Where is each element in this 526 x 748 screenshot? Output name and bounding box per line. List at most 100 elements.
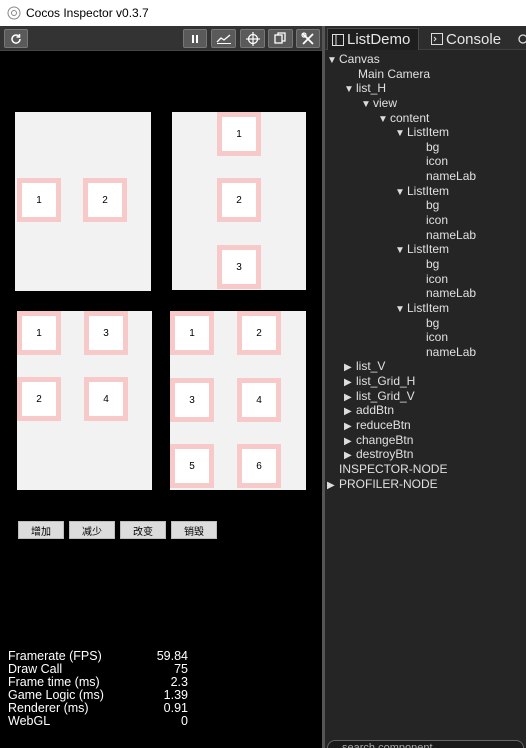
- target-icon: [245, 31, 260, 46]
- list-item[interactable]: 5: [170, 444, 214, 488]
- tree-node[interactable]: bg: [325, 140, 526, 155]
- destroy-button[interactable]: 销毁: [171, 521, 217, 539]
- tree-node-label: bg: [426, 198, 440, 213]
- copy-button[interactable]: [268, 29, 293, 48]
- select-node-button[interactable]: [240, 29, 265, 48]
- profiler-stats: Framerate (FPS) 59.84 Draw Call 75 Frame t…: [8, 650, 188, 728]
- tab-console[interactable]: Console: [431, 28, 511, 50]
- tree-node-label: icon: [426, 271, 449, 286]
- tree-node-label: reduceBtn: [356, 418, 411, 433]
- tree-node-label: ListItem: [407, 125, 450, 140]
- tree-node[interactable]: ▶ list_Grid_H: [325, 374, 526, 389]
- tree-node-label: icon: [426, 154, 449, 169]
- tree-icon: [332, 33, 344, 46]
- tools-icon: [301, 31, 314, 45]
- tree-node[interactable]: icon: [325, 272, 526, 287]
- tree-node[interactable]: ▶ list_V: [325, 359, 526, 374]
- tree-node[interactable]: ▼ Canvas: [325, 52, 526, 67]
- tab-bar: ListDemo Console: [325, 26, 526, 50]
- node-tree: ▼ Canvas Main Camera ▼ list_H ▼ view ▼ content ▼ L…: [325, 52, 526, 491]
- tree-node-label: nameLab: [426, 169, 477, 184]
- reduce-button[interactable]: 减少: [69, 521, 115, 539]
- tree-node[interactable]: nameLab: [325, 345, 526, 360]
- list-item[interactable]: 1: [17, 311, 61, 355]
- list-item[interactable]: 1: [17, 178, 61, 222]
- list-item[interactable]: 4: [237, 378, 281, 422]
- list-item[interactable]: 2: [17, 377, 61, 421]
- tree-node-label: INSPECTOR-NODE: [339, 461, 448, 476]
- copy-icon: [274, 32, 286, 44]
- tree-node-label: ListItem: [407, 300, 450, 315]
- title-bar: Cocos Inspector v0.3.7: [0, 0, 526, 26]
- tree-node-label: list_Grid_V: [356, 388, 415, 403]
- list-grid-v-panel[interactable]: 1 2 3 4 5 6: [170, 311, 306, 490]
- list-h-panel[interactable]: 1 2: [15, 112, 151, 291]
- list-item[interactable]: 6: [237, 444, 281, 488]
- refresh-icon: [11, 33, 21, 44]
- tree-node[interactable]: ▼ ListItem: [325, 242, 526, 257]
- tree-node-label: changeBtn: [356, 432, 414, 447]
- tree-node[interactable]: icon: [325, 330, 526, 345]
- tree-node[interactable]: Main Camera: [325, 67, 526, 82]
- tree-node[interactable]: ▶ addBtn: [325, 403, 526, 418]
- list-item[interactable]: 4: [84, 377, 128, 421]
- stat-row: WebGL 0: [8, 714, 188, 728]
- tree-node-label: content: [390, 110, 430, 125]
- profiler-button[interactable]: [211, 29, 236, 48]
- change-button[interactable]: 改变: [120, 521, 166, 539]
- tree-node[interactable]: INSPECTOR-NODE: [325, 462, 526, 477]
- tree-node[interactable]: bg: [325, 257, 526, 272]
- tree-node-label: addBtn: [356, 403, 395, 418]
- list-item[interactable]: 1: [170, 311, 214, 355]
- tree-node-label: nameLab: [426, 344, 477, 359]
- list-item[interactable]: 3: [170, 378, 214, 422]
- settings-icon: [518, 34, 526, 44]
- tree-node[interactable]: ▶ destroyBtn: [325, 447, 526, 462]
- preview-toolbar: [0, 26, 322, 51]
- search-input[interactable]: search component: [327, 740, 524, 748]
- tree-node-label: Main Camera: [358, 66, 431, 81]
- tree-node[interactable]: icon: [325, 154, 526, 169]
- settings-button[interactable]: [296, 29, 320, 48]
- list-item[interactable]: 3: [84, 311, 128, 355]
- tree-node[interactable]: nameLab: [325, 169, 526, 184]
- tree-node[interactable]: bg: [325, 316, 526, 331]
- game-preview: 1 2 1 2 3 1 3 2 4 1 2 3 4 5 6 增加 减少 改变 销…: [0, 26, 322, 748]
- list-grid-h-panel[interactable]: 1 3 2 4: [17, 311, 152, 490]
- tree-node[interactable]: nameLab: [325, 286, 526, 301]
- tree-node[interactable]: ▼ view: [325, 96, 526, 111]
- tree-node[interactable]: ▼ ListItem: [325, 184, 526, 199]
- tree-node[interactable]: ▼ list_H: [325, 81, 526, 96]
- tree-node-label: bg: [426, 315, 440, 330]
- tree-node[interactable]: icon: [325, 213, 526, 228]
- list-item[interactable]: 3: [217, 245, 261, 289]
- pause-icon: [192, 34, 198, 43]
- tree-node-label: list_V: [356, 359, 386, 374]
- tab-listdemo[interactable]: ListDemo: [327, 28, 419, 50]
- tree-node[interactable]: nameLab: [325, 228, 526, 243]
- tree-node[interactable]: ▶ list_Grid_V: [325, 389, 526, 404]
- tree-node[interactable]: ▶ reduceBtn: [325, 418, 526, 433]
- list-v-panel[interactable]: 1 2 3: [172, 112, 306, 290]
- tree-node[interactable]: ▼ content: [325, 111, 526, 126]
- list-item[interactable]: 2: [237, 311, 281, 355]
- tree-node-label: list_Grid_H: [356, 374, 416, 389]
- tree-node-label: list_H: [356, 81, 387, 96]
- tree-node-label: nameLab: [426, 227, 477, 242]
- tree-node[interactable]: ▶ changeBtn: [325, 433, 526, 448]
- list-item[interactable]: 1: [217, 112, 261, 156]
- inspector-panel: ListDemo Console ▼ Canvas Main Camera ▼ list…: [325, 26, 526, 748]
- window-title: Cocos Inspector v0.3.7: [26, 6, 149, 20]
- tree-node[interactable]: ▼ ListItem: [325, 125, 526, 140]
- list-item[interactable]: 2: [83, 178, 127, 222]
- tree-node[interactable]: bg: [325, 198, 526, 213]
- tab-overflow[interactable]: [517, 28, 526, 50]
- pause-button[interactable]: [183, 29, 207, 48]
- list-item[interactable]: 2: [217, 178, 261, 222]
- collapsed-arrow-icon[interactable]: ▶: [327, 479, 339, 494]
- tree-node[interactable]: ▶ PROFILER-NODE: [325, 477, 526, 492]
- add-button[interactable]: 增加: [18, 521, 64, 539]
- tree-node[interactable]: ▼ ListItem: [325, 301, 526, 316]
- tree-node-label: view: [373, 95, 398, 110]
- refresh-button[interactable]: [4, 29, 28, 48]
